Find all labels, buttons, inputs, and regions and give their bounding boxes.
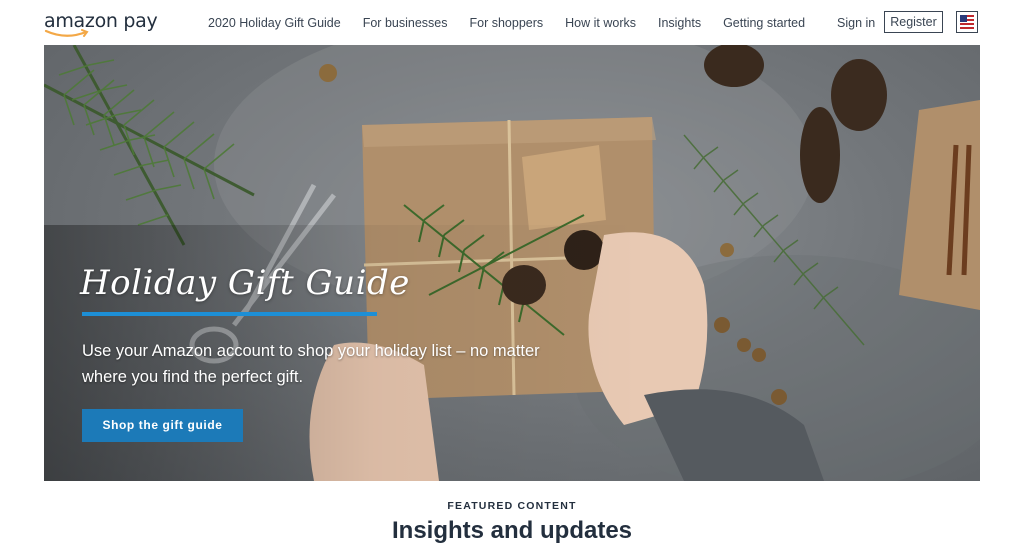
section-title: Insights and updates [391,517,633,544]
nav-insights[interactable]: Insights [658,15,701,31]
title-underline [82,312,377,316]
nav-for-businesses[interactable]: For businesses [363,15,448,31]
nav-holiday-gift-guide[interactable]: 2020 Holiday Gift Guide [208,15,341,31]
nav-how-it-works[interactable]: How it works [565,15,636,31]
us-flag-icon[interactable] [956,11,978,33]
hero-banner: Holiday Gift Guide Use your Amazon accou… [44,45,980,481]
nav-getting-started[interactable]: Getting started [723,15,805,31]
site-header: amazon pay 2020 Holiday Gift Guide For b… [0,0,1024,45]
smile-icon [44,29,89,37]
featured-eyebrow: FEATURED CONTENT [447,500,577,512]
hero-title: Holiday Gift Guide [80,263,410,303]
amazon-pay-logo[interactable]: amazon pay [44,9,158,37]
nav-for-shoppers[interactable]: For shoppers [469,15,543,31]
main-nav: 2020 Holiday Gift Guide For businesses F… [208,15,827,31]
shop-gift-guide-button[interactable]: Shop the gift guide [82,409,243,442]
hero-subtitle: Use your Amazon account to shop your hol… [82,342,540,386]
sign-in-link[interactable]: Sign in [837,15,875,31]
register-button[interactable]: Register [884,11,943,33]
